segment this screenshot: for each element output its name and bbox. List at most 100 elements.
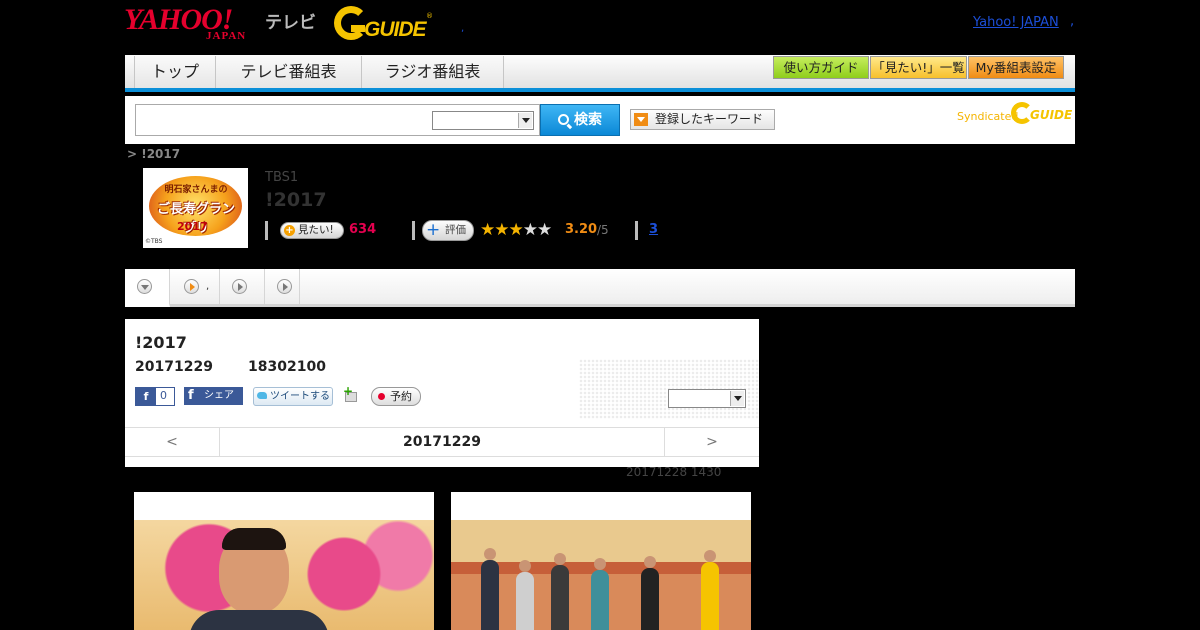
photo-figure [551,565,569,630]
usage-guide-button[interactable]: 使い方ガイド [773,56,869,79]
star-rating: ★★★★★ [480,220,553,240]
divider [635,221,638,240]
nav-tab-top[interactable]: トップ [134,56,216,88]
tv-label[interactable]: テレビ [265,8,316,33]
subtab-3[interactable] [220,269,265,304]
divider [412,221,415,240]
detail-title: !2017 [135,333,187,352]
plus-icon: + [343,384,354,398]
facebook-like-button[interactable]: f 0 [135,387,175,406]
syndicated-logo-text: GUIDE [1030,108,1073,122]
record-reserve-label: 予約 [390,390,412,403]
syndicated-label: Syndicated [957,110,1019,123]
divider [265,221,268,240]
facebook-share-label: シェア [204,390,234,401]
facebook-icon: f [188,388,194,403]
detail-select[interactable] [668,389,746,408]
photo-figure-head [519,560,531,572]
header-link-separator: , [1070,14,1075,29]
photo-figure [516,572,534,630]
chevron-down-icon [518,113,532,128]
chevron-down-icon [730,391,744,406]
yahoo-japan-link[interactable]: Yahoo! JAPAN [973,15,1059,30]
registered-keywords-label: 登録したキーワード [655,112,764,126]
photo-figure-head [644,556,656,568]
program-subtabs: , [125,269,1075,307]
chevron-down-icon [137,279,152,294]
search-button[interactable]: 検索 [540,104,620,136]
photo-figure-head [554,553,566,565]
syndicated-gguide-logo: GUIDE [1011,102,1073,126]
record-reserve-button[interactable]: 予約 [371,387,421,406]
record-dot-icon [378,393,385,400]
photo-scene [134,520,434,630]
photo-figure [481,560,499,630]
facebook-like-count: 0 [160,389,167,402]
previous-day-button[interactable]: < [125,428,220,456]
plus-icon: + [426,220,441,240]
photo-figure-hair [222,528,286,550]
watchlist-button[interactable]: 「見たい!」一覧 [870,56,967,79]
rating-score: 3.20 [565,222,598,237]
main-nav-bar: トップ テレビ番組表 ラジオ番組表 使い方ガイド 「見たい!」一覧 My番組表設… [125,55,1075,92]
nav-tab-radio-schedule[interactable]: ラジオ番組表 [361,56,504,88]
my-schedule-settings-button[interactable]: My番組表設定 [968,56,1064,79]
search-category-select[interactable] [432,111,534,130]
yahoo-japan-logo[interactable]: YAHOO! JAPAN [124,5,264,43]
thumbnail-line1: 明石家さんまの [164,185,228,195]
plus-icon: + [284,225,295,236]
play-icon [184,279,199,294]
channel-name: TBS1 [265,170,299,185]
breadcrumb: > !2017 [127,147,181,161]
program-photo-1[interactable] [134,492,434,630]
thumbnail-copyright: ©TBS [145,238,163,245]
photo-figure [641,568,659,630]
tweet-button[interactable]: ツイートする [253,387,333,406]
facebook-icon: f [136,388,156,405]
program-photo-2[interactable] [451,492,751,630]
photo-figure [591,570,609,630]
photo-figure [701,562,719,630]
star-icon-filled: ★★★ [480,220,524,240]
next-day-button[interactable]: > [664,428,759,456]
registered-keywords-button[interactable]: 登録したキーワード [630,109,775,130]
review-count-link[interactable]: 3 [649,222,658,237]
twitter-bird-icon [257,392,267,399]
detail-date: 20171229 [135,359,213,375]
gguide-logo-text: GUIDE [364,18,427,41]
want-to-watch-count: 634 [349,222,377,237]
add-to-calendar-button[interactable]: + [343,384,360,404]
photo-figure-head [594,558,606,570]
program-title: !2017 [265,189,327,211]
japan-logo-text: JAPAN [206,30,247,42]
subtab-2-label: , [206,281,210,292]
play-icon [277,279,292,294]
want-to-watch-button[interactable]: + 見たい! [280,222,344,239]
search-bar: 検索 登録したキーワード Syndicated GUIDE [125,96,1075,144]
play-icon [232,279,247,294]
search-button-label: 検索 [574,112,602,128]
rate-label: 評価 [445,224,466,236]
thumbnail-year: 2017 [177,220,208,233]
current-date: 20171229 [403,434,481,450]
search-icon [558,114,569,125]
photo-figure-head [484,548,496,560]
star-icon-empty: ★★ [522,220,553,240]
date-navigation: < 20171229 > [125,427,759,457]
last-updated-note: 20171228 1430 [626,465,722,479]
subtab-1[interactable] [125,269,170,307]
rate-button[interactable]: + 評価 [422,220,474,241]
subtab-2[interactable]: , [170,269,220,304]
subtab-4[interactable] [265,269,300,304]
want-to-watch-label: 見たい! [298,224,334,236]
facebook-share-button[interactable]: f シェア [184,387,243,405]
program-thumbnail: 明石家さんまの ご長寿グランプリ 2017 ©TBS [143,168,248,248]
program-detail-panel: !2017 20171229 18302100 f 0 f シェア ツイートする… [125,319,759,467]
photo-scene [451,520,751,630]
dropdown-arrow-icon [634,113,648,126]
tweet-label: ツイートする [270,391,330,402]
nav-tab-tv-schedule[interactable]: テレビ番組表 [215,56,362,88]
photo-figure-body [189,610,329,630]
rating-max: /5 [597,223,609,237]
gguide-logo[interactable]: GUIDE ® [334,6,434,42]
